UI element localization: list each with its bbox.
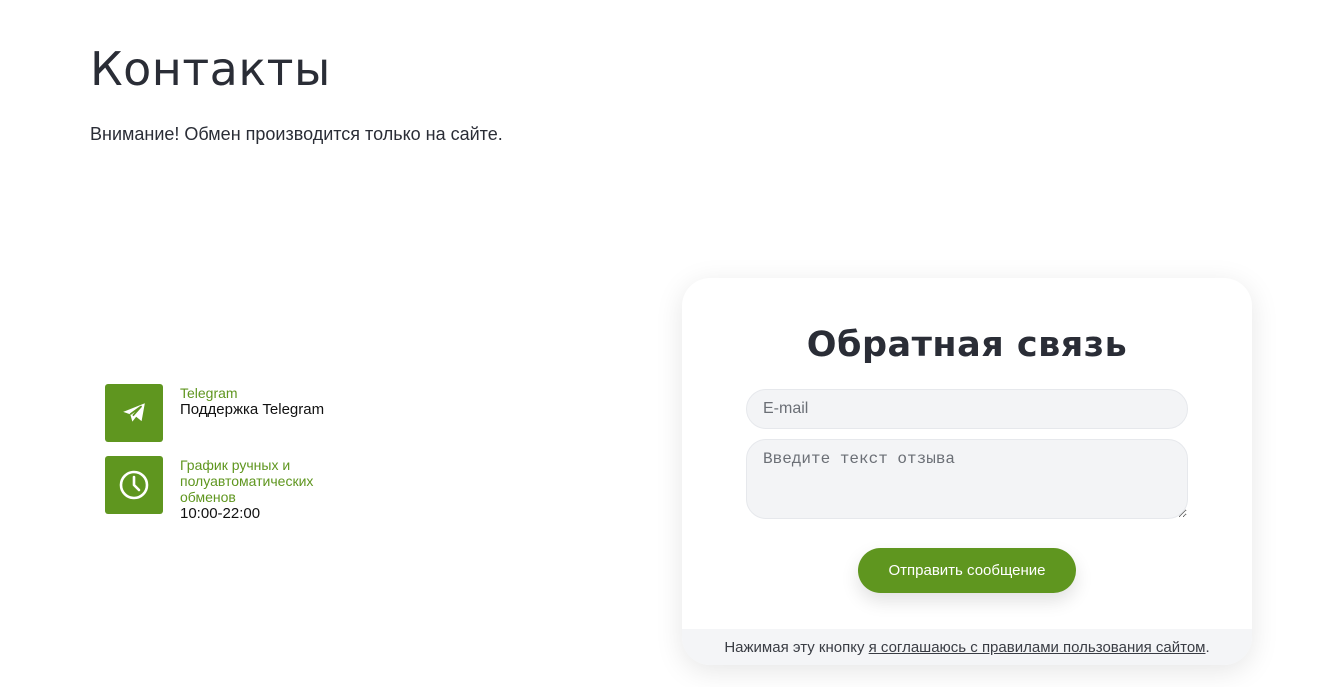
page-title: Контакты [90,42,331,96]
contact-value[interactable]: Поддержка Telegram [180,401,350,419]
message-textarea[interactable] [746,439,1188,519]
contact-value: 10:00-22:00 [180,505,261,522]
send-message-button[interactable]: Отправить сообщение [858,548,1076,593]
clock-icon [105,456,163,514]
contact-label: График ручных и полуавтоматических обмен… [180,457,314,505]
terms-suffix: . [1205,639,1210,656]
exchange-notice: Внимание! Обмен производится только на с… [90,124,503,144]
terms-notice: Нажимая эту кнопку я соглашаюсь с правил… [682,629,1252,665]
email-field[interactable] [746,389,1188,429]
terms-link[interactable]: я соглашаюсь с правилами пользования сай… [869,639,1206,656]
terms-prefix: Нажимая эту кнопку [724,639,865,656]
contact-label: Telegram [180,385,238,401]
feedback-title: Обратная связь [806,325,1128,365]
feedback-form: Обратная связь Отправить сообщение Нажим… [682,278,1252,665]
contact-schedule: График ручных и полуавтоматических обмен… [105,456,350,523]
contact-telegram[interactable]: Telegram Поддержка Telegram [105,384,350,442]
telegram-plane-icon [105,384,163,442]
